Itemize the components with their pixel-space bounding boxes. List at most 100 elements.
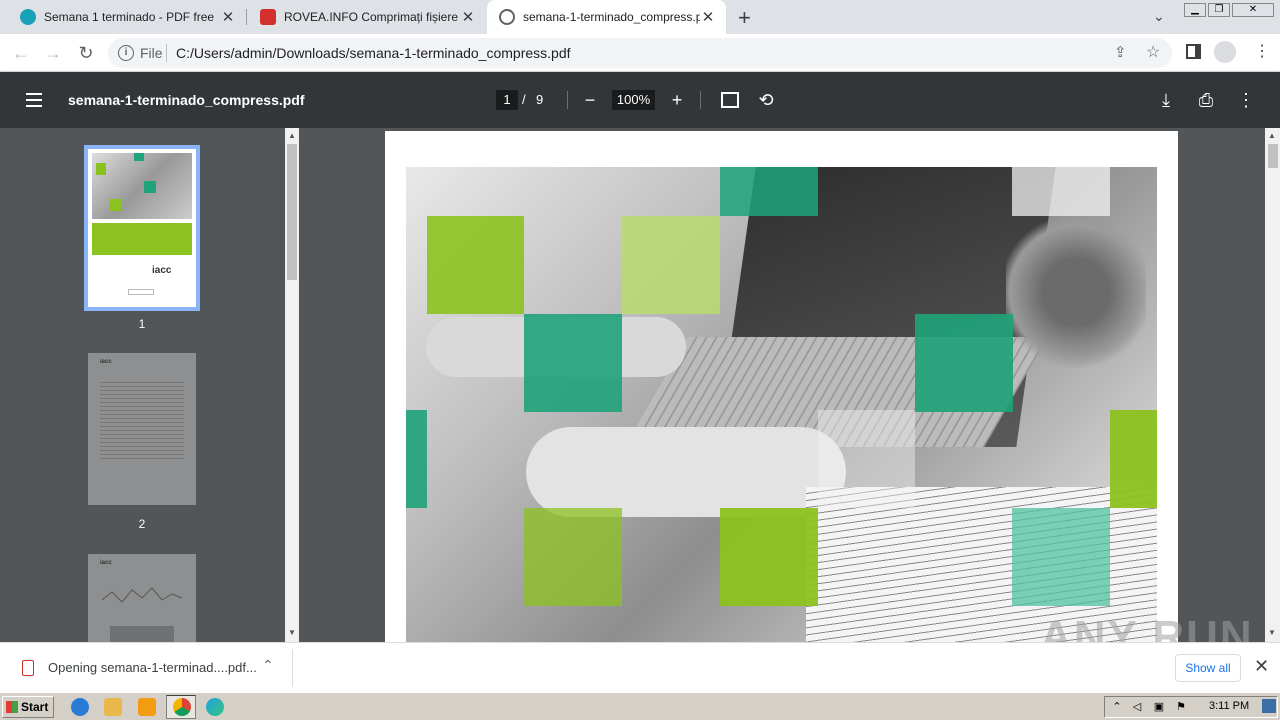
minimize-button[interactable]: ▁ xyxy=(1184,3,1206,17)
pdf-toolbar: semana-1-terminado_compress.pdf 1 / 9 − … xyxy=(0,72,1280,128)
chevron-up-icon[interactable]: ⌃ xyxy=(262,657,274,674)
chrome-icon xyxy=(173,698,191,716)
network-icon[interactable]: ▣ xyxy=(1153,701,1165,713)
ie-icon[interactable] xyxy=(71,698,89,716)
thumbnail-image: iacc xyxy=(88,554,196,654)
folder-icon[interactable] xyxy=(104,698,122,716)
url-text[interactable]: C:/Users/admin/Downloads/semana-1-termin… xyxy=(176,45,571,61)
scrollbar-thumb[interactable] xyxy=(287,144,297,280)
info-icon[interactable]: i xyxy=(118,45,134,61)
tab-active-pdf[interactable]: semana-1-terminado_compress.pdf ✕ xyxy=(487,0,726,34)
thumbnail-page-1[interactable]: iacc 1 xyxy=(84,145,200,331)
edge-icon[interactable] xyxy=(206,698,224,716)
green-square xyxy=(1012,508,1110,606)
thumbnail-sidebar: iacc 1 iacc 2 iacc 3 xyxy=(0,128,300,654)
close-tab-icon[interactable]: ✕ xyxy=(460,8,476,26)
address-bar[interactable]: i File C:/Users/admin/Downloads/semana-1… xyxy=(108,38,1172,68)
lime-square xyxy=(720,508,818,606)
scrollbar-thumb[interactable] xyxy=(1268,144,1278,168)
menu-hamburger-icon[interactable] xyxy=(26,93,42,107)
download-button[interactable]: ⤓ xyxy=(1154,88,1178,112)
page-number-input[interactable]: 1 xyxy=(496,90,518,110)
thumbnail-page-3[interactable]: iacc 3 xyxy=(88,554,196,654)
show-all-button[interactable]: Show all xyxy=(1175,654,1241,682)
browser-menu-icon[interactable]: ⋮ xyxy=(1254,41,1270,61)
start-button[interactable]: Start xyxy=(2,696,54,718)
rotate-button[interactable]: ⟲ xyxy=(754,88,778,112)
scroll-up-arrow-icon[interactable]: ▲ xyxy=(288,131,296,140)
thumb-logo: iacc xyxy=(100,560,112,566)
print-button[interactable]: ⎙ xyxy=(1194,88,1218,112)
media-player-icon[interactable] xyxy=(138,698,156,716)
green-square xyxy=(720,167,818,216)
fit-page-icon xyxy=(721,92,739,108)
pdf-file-icon xyxy=(22,660,34,676)
browser-toolbar: ← → ↻ i File C:/Users/admin/Downloads/se… xyxy=(0,34,1280,72)
thumb-square xyxy=(134,153,144,161)
tab-rovea[interactable]: ROVEA.INFO Comprimați fișiere PDF ✕ xyxy=(240,0,486,34)
scroll-up-arrow-icon[interactable]: ▲ xyxy=(1268,131,1276,140)
pdf-viewer-area[interactable] xyxy=(300,128,1265,642)
thumb-square xyxy=(96,163,106,175)
globe-icon xyxy=(499,9,515,25)
close-tab-icon[interactable]: ✕ xyxy=(220,8,236,26)
new-tab-button[interactable]: + xyxy=(738,5,751,31)
toolbar-divider xyxy=(700,91,701,109)
forward-button[interactable]: → xyxy=(41,41,65,65)
toolbar-divider xyxy=(567,91,568,109)
start-label: Start xyxy=(21,700,49,714)
sidebar-scrollbar[interactable]: ▲ ▼ xyxy=(285,128,299,642)
flag-icon[interactable]: ⚑ xyxy=(1175,701,1187,713)
white-square xyxy=(1012,167,1110,216)
close-download-bar-icon[interactable]: ✕ xyxy=(1254,656,1269,677)
tab-title: semana-1-terminado_compress.pdf xyxy=(523,10,700,24)
zoom-in-button[interactable]: + xyxy=(665,88,689,112)
system-tray: ⌃ ◁ ▣ ⚑ 3:11 PM xyxy=(1104,696,1278,718)
chrome-taskbar-button[interactable] xyxy=(166,695,196,719)
plant-shape xyxy=(1006,207,1146,377)
pdf-free-favicon-icon xyxy=(20,9,36,25)
chevron-up-icon[interactable]: ⌃ xyxy=(1111,701,1123,713)
share-icon[interactable]: ⇪ xyxy=(1114,43,1127,61)
thumb-logo: iacc xyxy=(152,265,172,276)
cover-photo xyxy=(406,167,1157,642)
lime-square xyxy=(1110,410,1157,508)
scroll-down-arrow-icon[interactable]: ▼ xyxy=(1268,628,1276,637)
tab-search-chevron-icon[interactable]: ⌄ xyxy=(1153,8,1165,25)
more-actions-button[interactable]: ⋮ xyxy=(1234,88,1258,112)
taskbar: Start ⌃ ◁ ▣ ⚑ 3:11 PM xyxy=(0,692,1280,720)
pdf-page-1 xyxy=(385,131,1178,642)
download-divider xyxy=(292,649,293,687)
zoom-out-button[interactable]: − xyxy=(578,88,602,112)
close-tab-icon[interactable]: ✕ xyxy=(700,8,716,26)
back-button[interactable]: ← xyxy=(9,41,33,65)
fit-page-button[interactable] xyxy=(718,88,742,112)
thumb-logo: iacc xyxy=(100,359,112,365)
thumbnail-number: 2 xyxy=(138,517,146,531)
bookmark-star-icon[interactable]: ☆ xyxy=(1146,42,1160,62)
download-item-label[interactable]: Opening semana-1-terminad....pdf... xyxy=(48,660,257,675)
windows-logo-icon xyxy=(6,701,18,713)
show-desktop-icon[interactable] xyxy=(1262,699,1276,713)
zoom-input[interactable]: 100% xyxy=(612,90,655,110)
volume-icon[interactable]: ◁ xyxy=(1131,701,1143,713)
reload-button[interactable]: ↻ xyxy=(74,41,98,65)
document-title: semana-1-terminado_compress.pdf xyxy=(68,92,305,108)
thumb-square xyxy=(144,181,156,193)
scroll-down-arrow-icon[interactable]: ▼ xyxy=(288,628,296,637)
omnibox-divider xyxy=(166,44,167,62)
hand-shape xyxy=(526,427,846,517)
tab-pdf-free[interactable]: Semana 1 terminado - PDF free ✕ xyxy=(0,0,246,34)
restore-button[interactable]: ❐ xyxy=(1208,3,1230,17)
thumbnail-number: 1 xyxy=(138,317,146,331)
page-separator: / xyxy=(522,92,526,107)
close-window-button[interactable]: ✕ xyxy=(1232,3,1274,17)
viewer-scrollbar[interactable]: ▲ ▼ xyxy=(1265,128,1280,642)
thumb-chart-icon xyxy=(102,587,182,603)
clock[interactable]: 3:11 PM xyxy=(1209,700,1249,712)
side-panel-icon[interactable] xyxy=(1186,44,1201,59)
profile-avatar-icon[interactable] xyxy=(1214,41,1236,63)
thumbnail-page-2[interactable]: iacc 2 xyxy=(88,353,196,531)
thumbnail-image: iacc xyxy=(88,353,196,505)
lime-square xyxy=(524,508,622,606)
